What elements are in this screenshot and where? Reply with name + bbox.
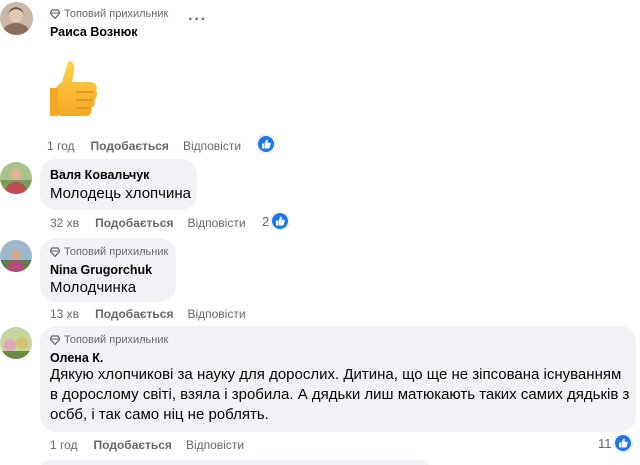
reply-button[interactable]: Відповісти [183,139,241,153]
comment-author[interactable]: Валя Ковальчук [50,168,149,182]
comment-meta: 1 год Подобається Відповісти [47,139,241,153]
comment-text: Молодець хлопчина [50,185,191,202]
like-button[interactable]: Подобається [91,139,169,153]
avatar[interactable] [0,2,33,35]
badge-label: Топовий прихильник [64,8,169,20]
avatar[interactable] [0,327,32,359]
comment-text: Молодчинка [50,279,137,296]
top-fan-badge: Топовий прихильник [50,246,168,258]
reaction-count: 2 [262,213,270,229]
comment-meta: 13 хв Подобається Відповісти [50,307,246,321]
reaction-count: 11 [598,435,612,451]
comment-author[interactable]: Олена К. [50,351,103,365]
comment-meta: 32 хв Подобається Відповісти [50,216,246,230]
reply-button[interactable]: Відповісти [187,216,245,230]
comment-time[interactable]: 1 год [47,139,75,153]
comment-time[interactable]: 32 хв [50,216,79,230]
avatar[interactable] [0,240,32,272]
comment-text: Дякую хлопчикові за науку для дорослих. … [50,366,630,423]
comment-bubble [40,460,430,465]
reaction-summary[interactable] [257,135,275,153]
diamond-icon [50,9,60,19]
thumbs-up-sticker [48,58,100,120]
comment-author[interactable]: Раиса Вознюк [50,25,138,39]
diamond-icon [50,247,60,257]
like-button[interactable]: Подобається [94,438,172,452]
badge-label: Топовий прихильник [64,246,169,258]
avatar[interactable] [0,162,32,194]
top-fan-badge: Топовий прихильник [50,8,168,20]
diamond-icon [50,335,60,345]
reaction-summary[interactable]: 11 [598,434,632,452]
like-reaction-icon [613,434,632,452]
like-button[interactable]: Подобається [95,216,173,230]
comment-meta: 1 год Подобається Відповісти [50,438,244,452]
like-button[interactable]: Подобається [95,307,173,321]
comment-time[interactable]: 1 год [50,438,78,452]
reply-button[interactable]: Відповісти [187,307,245,321]
comment-author[interactable]: Nina Grugorchuk [50,263,152,277]
top-fan-badge: Топовий прихильник [50,334,168,346]
reaction-summary[interactable]: 2 [262,212,290,230]
like-reaction-icon [271,212,290,230]
badge-label: Топовий прихильник [64,334,169,346]
like-reaction-icon [257,135,275,153]
more-horizontal-icon[interactable]: ··· [188,11,207,29]
reply-button[interactable]: Відповісти [186,438,244,452]
comment-time[interactable]: 13 хв [50,307,79,321]
